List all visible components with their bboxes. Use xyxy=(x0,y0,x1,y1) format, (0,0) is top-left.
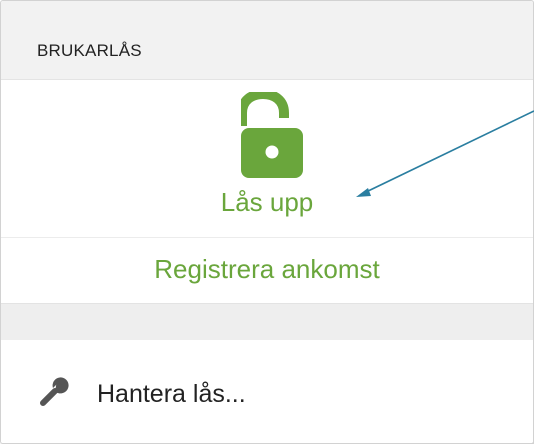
register-arrival-label: Registrera ankomst xyxy=(154,254,380,284)
section-divider xyxy=(1,303,533,341)
section-title: BRUKARLÅS xyxy=(37,41,142,60)
manage-locks-label: Hantera lås... xyxy=(97,380,246,408)
lock-card: BRUKARLÅS Lås upp Registrera ankomst Han… xyxy=(0,0,534,444)
unlock-icon xyxy=(241,92,303,178)
wrench-icon xyxy=(40,377,69,406)
register-arrival-button[interactable]: Registrera ankomst xyxy=(1,238,533,303)
unlock-label: Lås upp xyxy=(220,187,314,217)
manage-locks-item[interactable]: Hantera lås... xyxy=(1,340,533,443)
section-header: BRUKARLÅS xyxy=(1,1,533,80)
unlock-button[interactable]: Lås upp xyxy=(1,80,533,238)
